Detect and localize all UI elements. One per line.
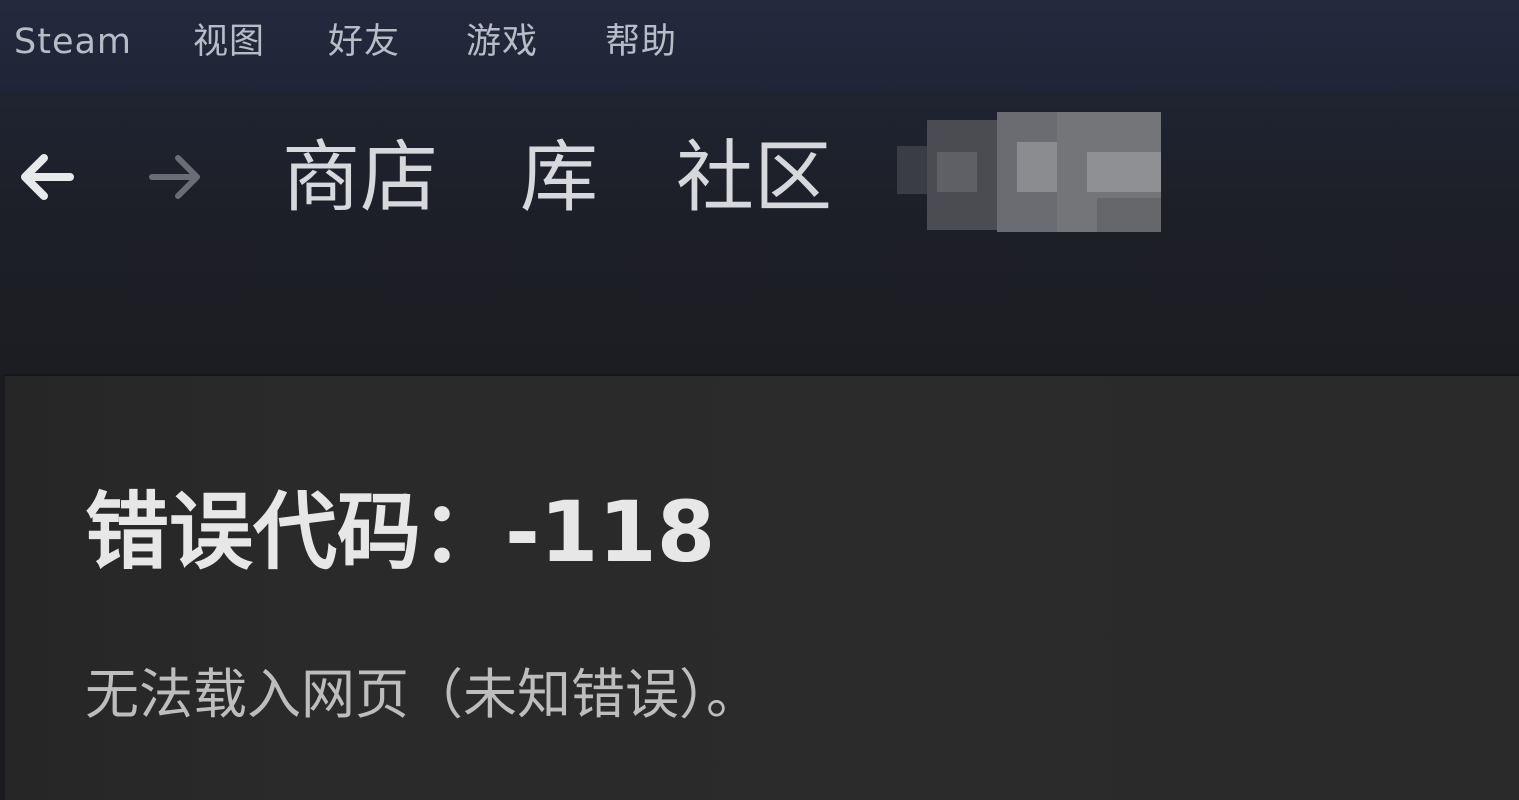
menu-item-games[interactable]: 游戏 — [466, 18, 538, 66]
arrow-right-icon — [149, 155, 200, 199]
menu-item-help[interactable]: 帮助 — [605, 18, 677, 66]
error-message: 无法载入网页（未知错误）。 — [85, 663, 760, 726]
navigation-bar: 商店 库 社区 — [0, 92, 1519, 374]
tab-community[interactable]: 社区 — [676, 128, 832, 228]
tab-store[interactable]: 商店 — [282, 128, 438, 228]
arrow-left-icon — [21, 154, 74, 200]
menu-item-friends[interactable]: 好友 — [328, 18, 400, 66]
menu-item-steam[interactable]: Steam — [14, 18, 132, 66]
tab-library[interactable]: 库 — [520, 128, 598, 228]
menu-item-view[interactable]: 视图 — [193, 18, 265, 66]
error-page: 错误代码：-118 无法载入网页（未知错误）。 — [5, 374, 1519, 800]
back-button[interactable] — [14, 145, 78, 209]
steam-client-window: Steam 视图 好友 游戏 帮助 商店 库 社区 错误代码：-118 无法载入… — [0, 0, 1519, 800]
forward-button[interactable] — [144, 145, 208, 209]
error-code-title: 错误代码：-118 — [85, 483, 716, 581]
menu-bar: Steam 视图 好友 游戏 帮助 — [0, 0, 1519, 92]
redacted-username[interactable] — [897, 112, 1161, 232]
